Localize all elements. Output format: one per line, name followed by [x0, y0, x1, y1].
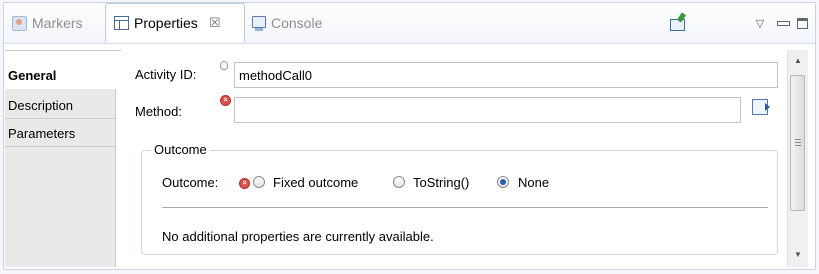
lightbulb-icon [220, 61, 228, 70]
tab-console-label: Console [271, 15, 323, 31]
view-tab-bar: Markers Properties ☒ Console ▽ [4, 3, 815, 44]
scrollbar-thumb[interactable] [790, 75, 805, 211]
console-icon [252, 16, 266, 31]
info-message: No additional properties are currently a… [162, 229, 434, 244]
sidebar-item-description[interactable]: Description [5, 92, 115, 119]
sidebar-item-label: Description [8, 97, 74, 113]
view-menu-button[interactable]: ▽ [751, 14, 769, 32]
activity-id-field[interactable]: methodCall0 [234, 62, 778, 88]
activity-id-value: methodCall0 [239, 67, 312, 83]
scroll-up-icon[interactable]: ▲ [794, 56, 802, 65]
error-icon: × [239, 178, 250, 189]
tab-properties[interactable]: Properties ☒ [105, 3, 245, 42]
sidebar-top-divider [5, 50, 121, 51]
sidebar-item-label: General [8, 68, 57, 83]
radio-label-none: None [518, 175, 550, 190]
maximize-button[interactable] [793, 14, 811, 32]
radio-tostring[interactable] [393, 176, 405, 188]
pin-view-button[interactable] [668, 14, 686, 32]
radio-label-fixed-outcome: Fixed outcome [273, 175, 359, 190]
tab-markers-label: Markers [32, 15, 83, 31]
radio-label-tostring: ToString() [413, 175, 470, 190]
minimize-icon [776, 20, 790, 26]
tab-console[interactable]: Console [252, 3, 322, 43]
browse-method-icon[interactable] [752, 99, 770, 115]
sidebar-item-general[interactable]: General [5, 62, 116, 89]
method-label: Method: [135, 104, 182, 119]
activity-id-label: Activity ID: [135, 67, 197, 82]
tab-markers[interactable]: Markers [12, 3, 83, 43]
sidebar-item-parameters[interactable]: Parameters [5, 120, 115, 147]
pin-icon [669, 19, 685, 31]
vertical-scrollbar[interactable]: ▲ ▼ [787, 50, 808, 267]
grip-icon [795, 139, 801, 146]
maximize-icon [796, 17, 808, 29]
scroll-down-icon[interactable]: ▼ [794, 250, 802, 259]
markers-icon [12, 15, 27, 31]
sidebar-item-label: Parameters [8, 125, 76, 141]
error-icon: × [220, 95, 231, 106]
tab-properties-label: Properties [134, 15, 198, 31]
close-tab-icon[interactable]: ☒ [209, 15, 221, 31]
radio-fixed-outcome[interactable] [253, 176, 265, 188]
properties-icon [114, 16, 129, 30]
section-sidebar: General Description Parameters [5, 62, 116, 267]
chevron-down-icon: ▽ [755, 17, 765, 30]
outcome-separator [162, 207, 768, 208]
outcome-group-title: Outcome [151, 142, 210, 157]
method-field[interactable] [234, 97, 741, 123]
radio-none[interactable] [497, 176, 509, 188]
outcome-label: Outcome: [162, 175, 219, 190]
minimize-button[interactable] [774, 14, 792, 32]
